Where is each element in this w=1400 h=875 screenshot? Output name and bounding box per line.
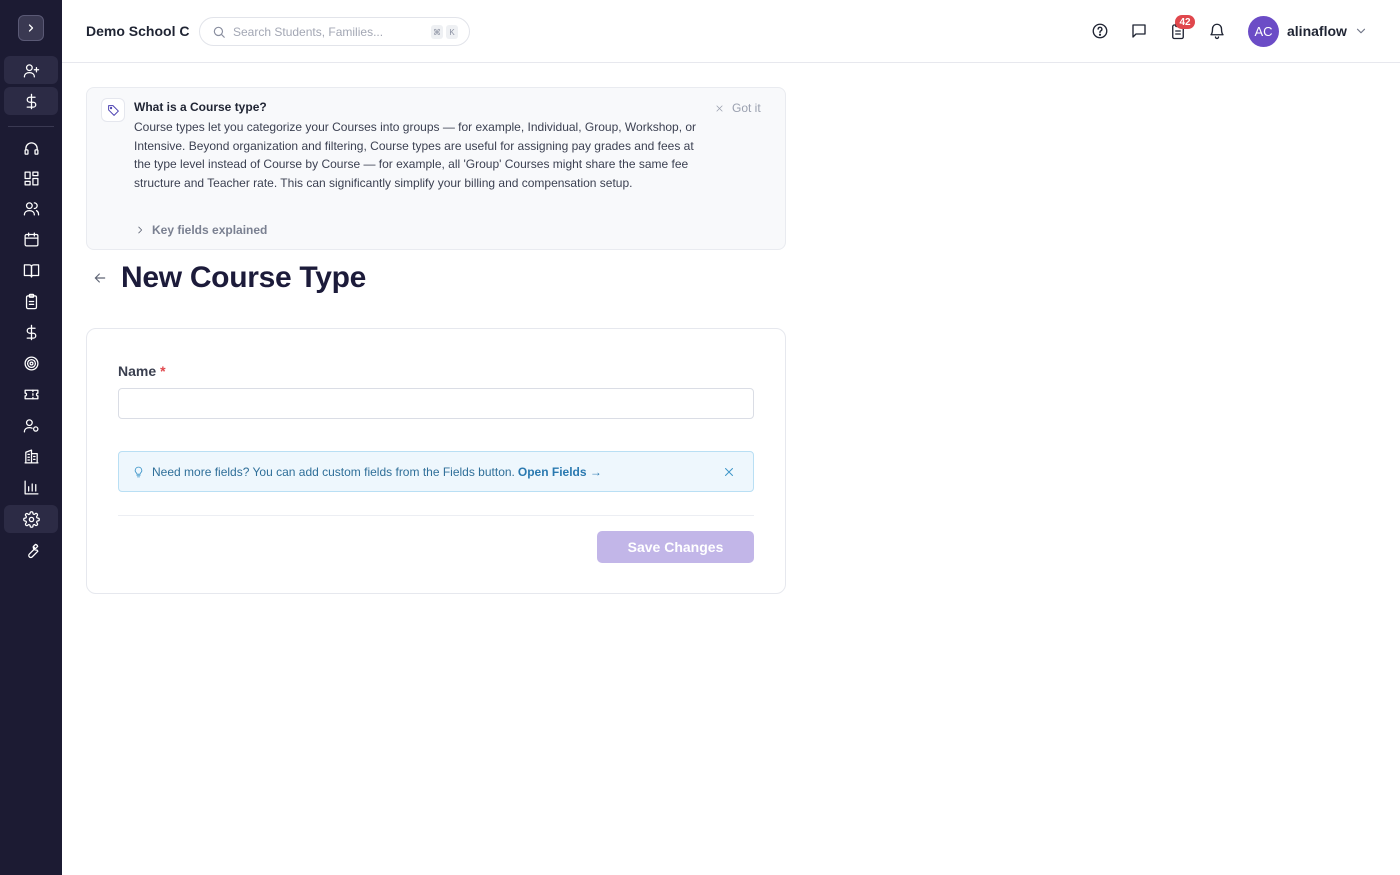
help-circle-icon: [1092, 23, 1108, 39]
got-it-label: Got it: [732, 101, 761, 115]
sidebar-item-people[interactable]: [4, 194, 58, 222]
close-icon: [725, 468, 733, 476]
sidebar-item-calendar[interactable]: [4, 225, 58, 253]
sidebar-item-user-settings[interactable]: [4, 411, 58, 439]
sidebar-item-settings[interactable]: [4, 505, 58, 533]
bar-chart-icon: [23, 479, 39, 495]
sidebar-item-billing[interactable]: [4, 87, 58, 115]
bell-icon: [1210, 23, 1224, 40]
wrench-icon: [27, 543, 39, 558]
sidebar-item-buildings[interactable]: [4, 442, 58, 470]
user-avatar[interactable]: AC: [1248, 16, 1279, 47]
building-icon: [23, 448, 39, 464]
school-name[interactable]: Demo School C: [86, 23, 189, 39]
page-title: New Course Type: [121, 261, 367, 294]
info-banner-body: Course types let you categorize your Cou…: [134, 120, 697, 191]
grid-icon: [23, 170, 39, 186]
key-fields-label: Key fields explained: [152, 223, 268, 237]
clipboard-icon: [25, 293, 37, 309]
search-bar[interactable]: ⌘ K: [199, 17, 470, 46]
sidebar-item-goals[interactable]: [4, 349, 58, 377]
arrow-left-icon: [94, 273, 106, 283]
close-icon: [716, 105, 723, 111]
book-icon: [23, 263, 39, 278]
sidebar-item-support[interactable]: [4, 134, 58, 162]
notifications-button[interactable]: [1206, 20, 1228, 42]
sidebar-item-dashboard[interactable]: [4, 164, 58, 192]
course-type-form: Name * Need more fields? You can add cust…: [86, 328, 786, 594]
user-name[interactable]: alinaflow: [1287, 23, 1347, 39]
sidebar: [0, 0, 62, 875]
custom-fields-tip: Need more fields? You can add custom fie…: [118, 451, 754, 492]
sidebar-item-add-user[interactable]: [4, 56, 58, 84]
dollar-icon: [26, 93, 36, 109]
name-field-label: Name *: [118, 363, 166, 379]
tag-icon: [107, 104, 119, 116]
ticket-icon: [23, 389, 39, 399]
required-marker: *: [160, 363, 166, 379]
message-square-icon: [1132, 24, 1146, 38]
tip-text: Need more fields? You can add custom fie…: [152, 465, 602, 479]
tasks-count-badge: 42: [1175, 15, 1195, 29]
sidebar-item-tools[interactable]: [4, 536, 58, 564]
shortcut-key-k: K: [446, 25, 458, 39]
chevron-right-icon: [28, 24, 34, 32]
user-menu-toggle[interactable]: [1354, 24, 1368, 38]
headset-icon: [23, 141, 39, 155]
user-gear-icon: [23, 418, 39, 433]
tag-icon-badge: [101, 98, 125, 122]
gear-icon: [22, 510, 40, 528]
open-fields-link[interactable]: Open Fields →: [518, 465, 602, 479]
search-input[interactable]: [233, 23, 423, 41]
target-icon: [23, 355, 39, 371]
dollar-icon: [26, 324, 36, 340]
search-icon: [213, 26, 225, 38]
sidebar-divider: [8, 126, 54, 127]
sidebar-item-courses[interactable]: [4, 256, 58, 284]
help-button[interactable]: [1089, 20, 1111, 42]
got-it-button[interactable]: Got it: [715, 101, 761, 115]
calendar-icon: [23, 231, 39, 247]
chevron-right-icon: [138, 226, 143, 234]
info-banner: What is a Course type? Course types let …: [86, 87, 786, 250]
back-button[interactable]: [92, 270, 110, 288]
name-label-text: Name: [118, 363, 157, 379]
users-icon: [23, 201, 39, 216]
top-header: Demo School C ⌘ K: [62, 0, 1400, 63]
tip-message: Need more fields? You can add custom fie…: [152, 465, 515, 479]
sidebar-item-payments[interactable]: [4, 318, 58, 346]
lightbulb-icon: [132, 465, 145, 479]
tip-close-button[interactable]: [723, 465, 737, 479]
form-divider: [118, 515, 754, 516]
chevron-down-icon: [1356, 28, 1366, 34]
sidebar-item-tickets[interactable]: [4, 380, 58, 408]
key-fields-toggle[interactable]: Key fields explained: [135, 223, 267, 237]
messages-button[interactable]: [1128, 20, 1150, 42]
save-changes-button[interactable]: Save Changes: [597, 531, 754, 563]
sidebar-item-attendance[interactable]: [4, 287, 58, 315]
sidebar-item-reports[interactable]: [4, 473, 58, 501]
sidebar-toggle-button[interactable]: [18, 15, 44, 41]
user-plus-icon: [23, 63, 39, 78]
shortcut-key-cmd: ⌘: [431, 25, 443, 39]
name-input[interactable]: [118, 388, 754, 419]
info-banner-title: What is a Course type?: [134, 100, 267, 114]
